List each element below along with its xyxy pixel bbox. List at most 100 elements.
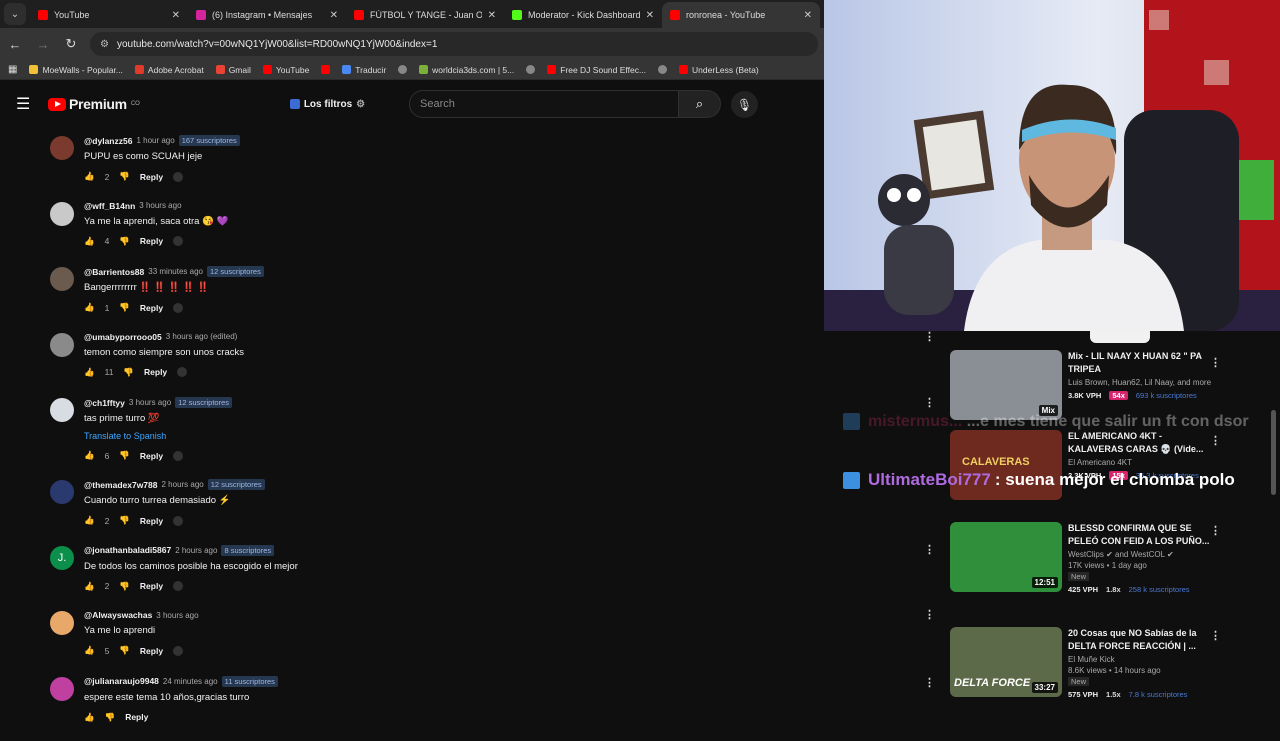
reply-button[interactable]: Reply (140, 303, 163, 313)
avatar[interactable] (50, 480, 74, 504)
back-icon[interactable]: ← (6, 37, 24, 52)
like-icon[interactable]: 👍 (84, 515, 95, 526)
bookmark-acrobat[interactable]: Adobe Acrobat (135, 65, 204, 75)
comment-time[interactable]: 24 minutes ago (163, 677, 218, 686)
comment-author[interactable]: @dylanzz56 (84, 136, 132, 146)
avatar[interactable] (50, 677, 74, 701)
reply-button[interactable]: Reply (140, 236, 163, 246)
comment-author[interactable]: @umabyporrooo05 (84, 332, 162, 342)
bookmark-worldcia[interactable]: worldcia3ds.com | 5... (419, 65, 514, 75)
video-title[interactable]: Mix - LIL NAAY X HUAN 62 " PA TRIPEA (1068, 350, 1216, 376)
dislike-icon[interactable]: 👎 (119, 236, 130, 247)
reply-button[interactable]: Reply (140, 172, 163, 182)
comment-author[interactable]: @Alwayswachas (84, 610, 152, 620)
more-vert-icon[interactable]: ⋮ (924, 676, 935, 689)
translate-link[interactable]: Translate to Spanish (84, 431, 450, 441)
tab-2[interactable]: FÚTBOL Y TANGE - Juan One, T✕ (346, 2, 504, 28)
bookmark-youtube[interactable]: YouTube (263, 65, 309, 75)
video-title[interactable]: BLESSD CONFIRMA QUE SE PELEÓ CON FEID A … (1068, 522, 1216, 548)
bookmark-underless[interactable]: UnderLess (Beta) (679, 65, 759, 75)
search-input[interactable]: Search (409, 90, 679, 118)
comment-time[interactable]: 3 hours ago (129, 398, 171, 407)
avatar[interactable]: J. (50, 546, 74, 570)
more-vert-icon[interactable]: ⋮ (924, 608, 935, 621)
reply-button[interactable]: Reply (140, 581, 163, 591)
reply-button[interactable]: Reply (125, 712, 148, 722)
comment-time[interactable]: 33 minutes ago (148, 267, 203, 276)
tab-4[interactable]: ronronea - YouTube✕ (662, 2, 820, 28)
dislike-icon[interactable]: 👎 (119, 450, 130, 461)
reply-button[interactable]: Reply (144, 367, 167, 377)
close-icon[interactable]: ✕ (488, 10, 496, 21)
close-icon[interactable]: ✕ (172, 10, 180, 21)
dislike-icon[interactable]: 👎 (123, 367, 134, 378)
voice-search-button[interactable]: 🎙 (731, 91, 758, 118)
tab-0[interactable]: YouTube✕ (30, 2, 188, 28)
channel-subscribe-chip[interactable] (1090, 331, 1150, 343)
like-icon[interactable]: 👍 (84, 171, 95, 182)
more-vert-icon[interactable]: ⋮ (1210, 629, 1221, 642)
dislike-icon[interactable]: 👎 (119, 581, 130, 592)
channel-name[interactable]: WestClips ✔ and WestCOL ✔ (1068, 550, 1216, 559)
like-icon[interactable]: 👍 (84, 302, 95, 313)
scrollbar[interactable] (1271, 410, 1276, 495)
comment-time[interactable]: 1 hour ago (136, 136, 174, 145)
dislike-icon[interactable]: 👎 (119, 515, 130, 526)
close-icon[interactable]: ✕ (330, 10, 338, 21)
comment-time[interactable]: 3 hours ago (edited) (166, 332, 238, 341)
avatar[interactable] (50, 611, 74, 635)
tab-3[interactable]: Moderator - Kick Dashboard✕ (504, 2, 662, 28)
more-vert-icon[interactable]: ⋮ (1210, 524, 1221, 537)
comment-author[interactable]: @jonathanbaladi5867 (84, 545, 171, 555)
comment-time[interactable]: 2 hours ago (175, 546, 217, 555)
reply-button[interactable]: Reply (140, 516, 163, 526)
avatar[interactable] (50, 136, 74, 160)
like-icon[interactable]: 👍 (84, 712, 95, 723)
bookmark-moewalls[interactable]: MoeWalls - Popular... (29, 65, 122, 75)
like-icon[interactable]: 👍 (84, 645, 95, 656)
reload-icon[interactable]: ↻ (62, 36, 80, 52)
comment-author[interactable]: @wff_B14nn (84, 201, 135, 211)
video-thumbnail[interactable]: DELTA FORCE33:27 (950, 627, 1062, 697)
comment-time[interactable]: 2 hours ago (162, 480, 204, 489)
forward-icon[interactable]: → (34, 37, 52, 52)
url-input[interactable]: ⚙ youtube.com/watch?v=00wNQ1YjW00&list=R… (90, 32, 818, 56)
more-vert-icon[interactable]: ⋮ (1210, 356, 1221, 369)
channel-name[interactable]: Luis Brown, Huan62, Lil Naay, and more (1068, 378, 1216, 387)
bookmark-unnamed[interactable] (658, 65, 667, 74)
search-button[interactable]: ⌕ (679, 90, 721, 118)
dislike-icon[interactable]: 👎 (105, 712, 116, 723)
like-icon[interactable]: 👍 (84, 236, 95, 247)
like-icon[interactable]: 👍 (84, 581, 95, 592)
more-vert-icon[interactable]: ⋮ (924, 543, 935, 556)
channel-name[interactable]: El Americano 4KT (1068, 458, 1216, 467)
close-icon[interactable]: ✕ (646, 10, 654, 21)
like-icon[interactable]: 👍 (84, 367, 95, 378)
apps-icon[interactable]: ▦ (8, 64, 17, 75)
related-video-item[interactable]: 12:51 BLESSD CONFIRMA QUE SE PELEÓ CON F… (950, 522, 1230, 594)
comment-author[interactable]: @julianaraujo9948 (84, 676, 159, 686)
filters-button[interactable]: Los filtros ⚙ (290, 99, 365, 110)
youtube-logo[interactable]: Premium CO (48, 96, 140, 112)
menu-icon[interactable]: ☰ (16, 94, 34, 114)
tab-1[interactable]: (6) Instagram • Mensajes✕ (188, 2, 346, 28)
more-vert-icon[interactable]: ⋮ (924, 330, 935, 343)
bookmark-unnamed[interactable] (398, 65, 407, 74)
bookmark-traducir[interactable]: Traducir (342, 65, 386, 75)
related-video-item[interactable]: DELTA FORCE33:27 20 Cosas que NO Sabías … (950, 627, 1230, 699)
dislike-icon[interactable]: 👎 (119, 302, 130, 313)
comment-author[interactable]: @themadex7w788 (84, 480, 158, 490)
dislike-icon[interactable]: 👎 (119, 171, 130, 182)
bookmark-gmail[interactable]: Gmail (216, 65, 251, 75)
tab-list-button[interactable]: ⌄ (4, 3, 26, 25)
channel-name[interactable]: El Muñe Kick (1068, 655, 1216, 664)
avatar[interactable] (50, 333, 74, 357)
dislike-icon[interactable]: 👎 (119, 645, 130, 656)
reply-button[interactable]: Reply (140, 451, 163, 461)
avatar[interactable] (50, 398, 74, 422)
video-title[interactable]: 20 Cosas que NO Sabías de la DELTA FORCE… (1068, 627, 1216, 653)
avatar[interactable] (50, 267, 74, 291)
reply-button[interactable]: Reply (140, 646, 163, 656)
video-thumbnail[interactable]: 12:51 (950, 522, 1062, 592)
bookmark-freedj[interactable]: Free DJ Sound Effec... (547, 65, 646, 75)
